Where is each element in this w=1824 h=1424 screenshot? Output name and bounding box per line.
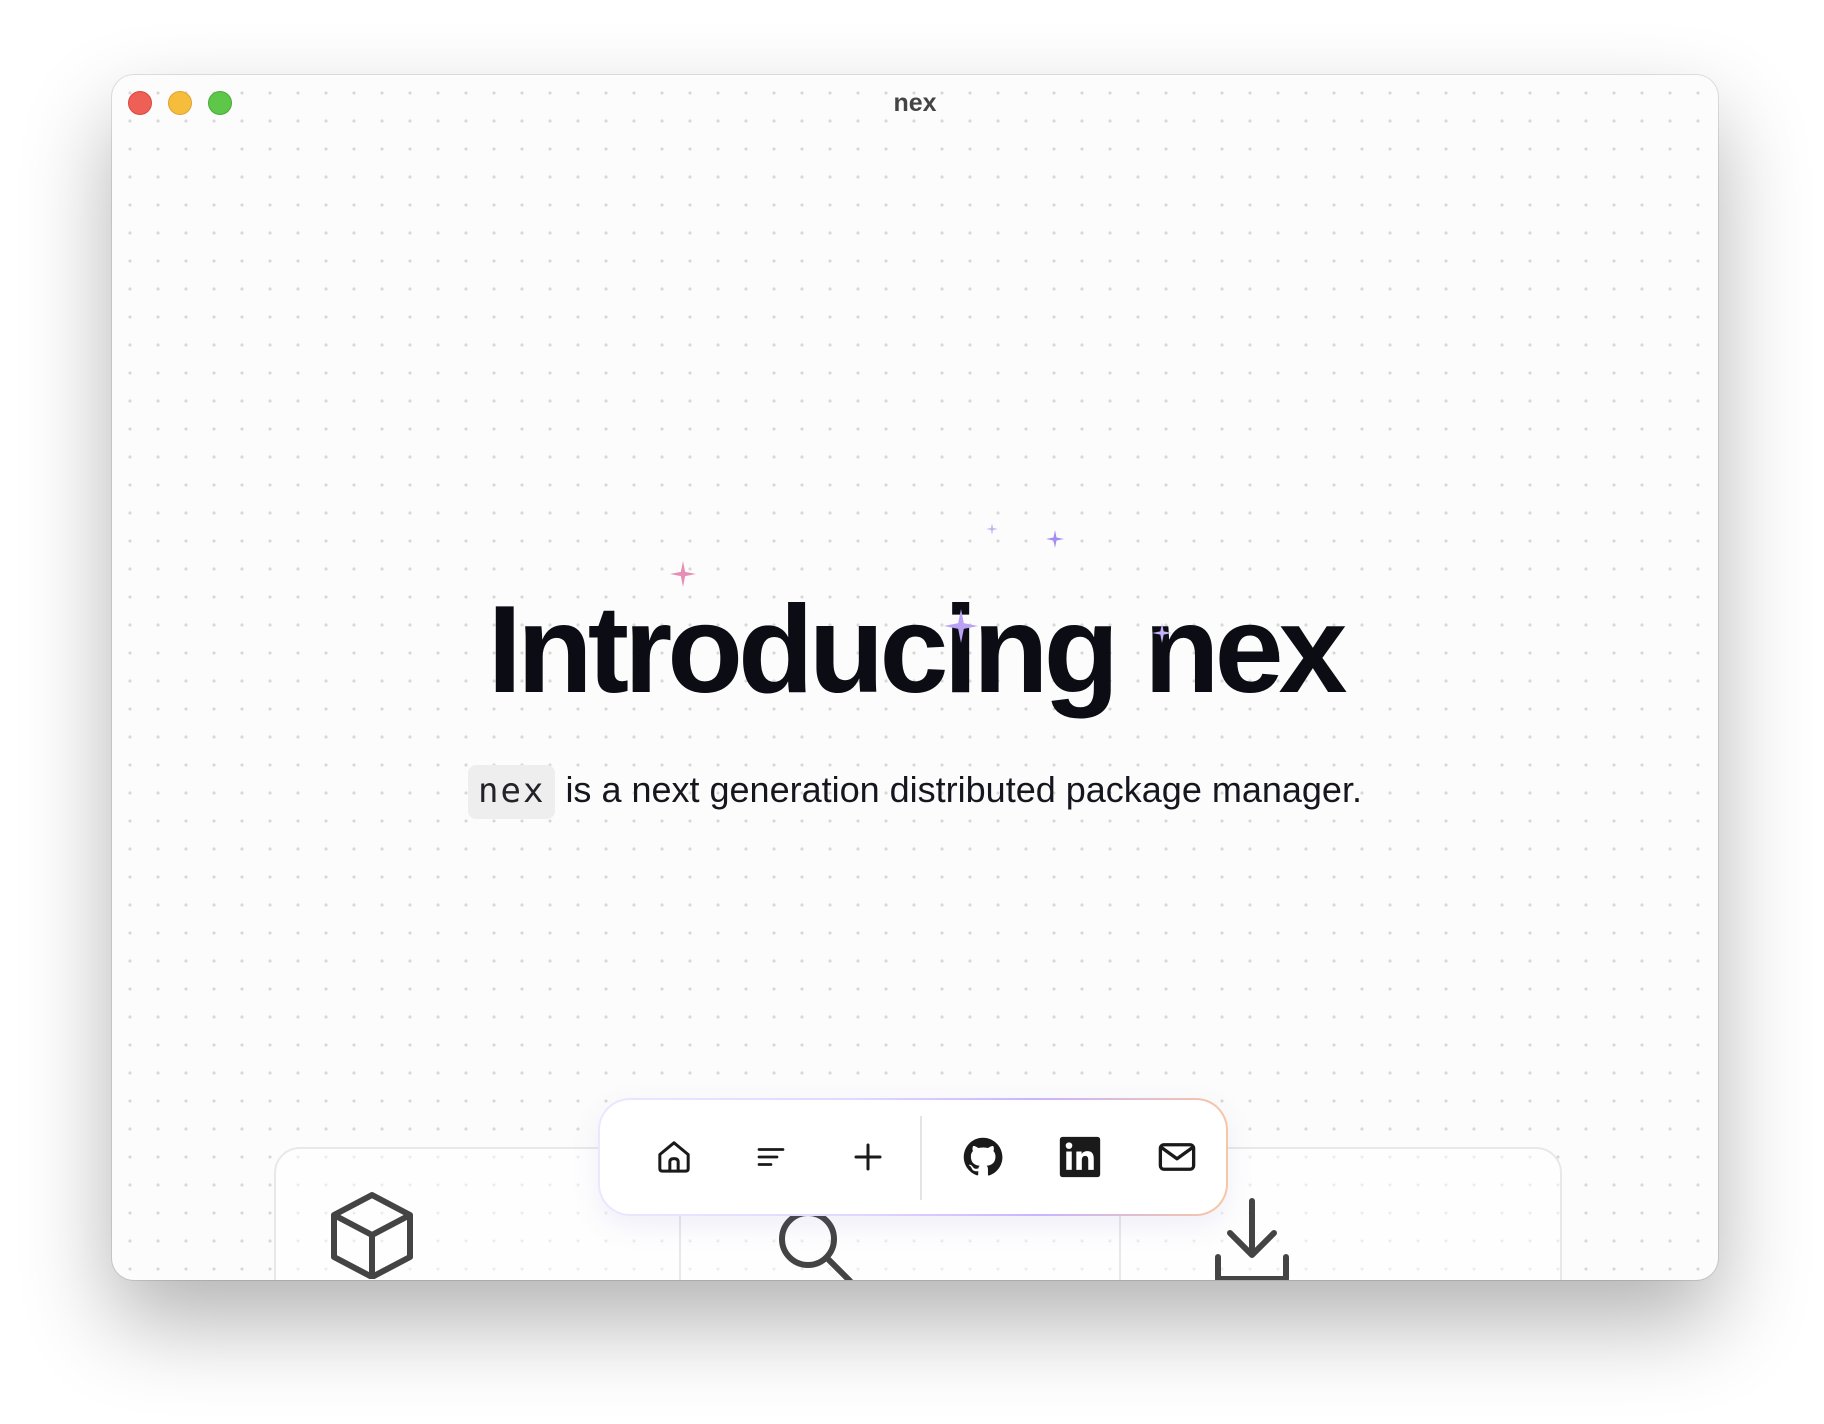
home-icon <box>658 1141 690 1173</box>
home-button[interactable] <box>647 1130 701 1184</box>
email-link[interactable] <box>1150 1130 1204 1184</box>
dock-bar <box>600 1100 1226 1214</box>
linkedin-icon <box>1059 1136 1101 1178</box>
window-title: nex <box>893 89 937 117</box>
floating-dock <box>598 1098 1228 1216</box>
title-bar: nex <box>112 75 1718 131</box>
sparkle-icon <box>1046 530 1064 548</box>
dock-divider <box>920 1116 922 1200</box>
github-link[interactable] <box>956 1130 1010 1184</box>
hero-section: Introducing nex <box>112 580 1718 720</box>
menu-icon <box>757 1148 785 1166</box>
linkedin-link[interactable] <box>1053 1130 1107 1184</box>
download-icon <box>1215 1198 1289 1280</box>
package-box-icon <box>331 1192 413 1279</box>
app-window: nex Introducing nex nex is a next generat… <box>112 75 1718 1280</box>
sparkle-icon <box>944 609 978 643</box>
tagline-text: is a next generation distributed package… <box>565 769 1362 810</box>
search-icon <box>779 1210 853 1280</box>
add-button[interactable] <box>841 1130 895 1184</box>
sparkle-icon <box>986 523 998 535</box>
plus-icon <box>854 1143 882 1171</box>
sparkle-icon <box>1152 623 1172 643</box>
page-title: Introducing nex <box>487 581 1348 719</box>
mail-icon <box>1158 1143 1196 1171</box>
menu-button[interactable] <box>744 1130 798 1184</box>
code-chip: nex <box>468 765 556 819</box>
tagline: nex is a next generation distributed pack… <box>112 765 1718 819</box>
sparkle-icon <box>670 561 696 587</box>
github-icon <box>963 1137 1003 1176</box>
